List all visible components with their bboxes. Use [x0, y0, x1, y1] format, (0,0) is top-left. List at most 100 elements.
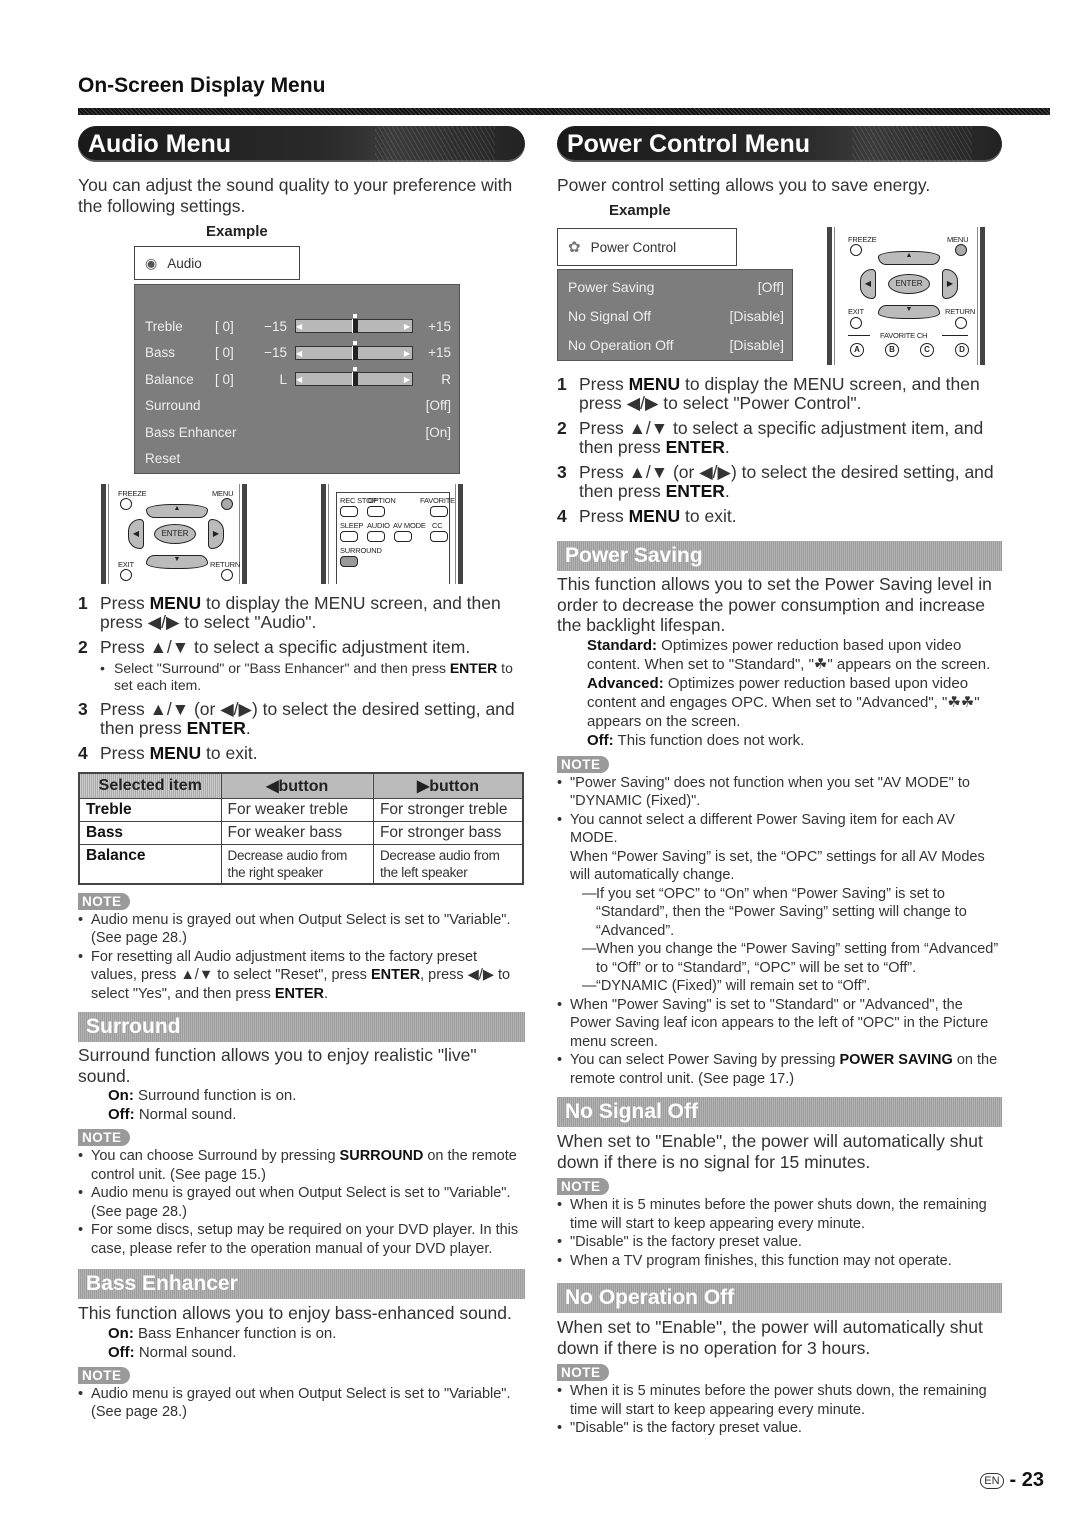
osd-slider[interactable]: ◀ ▶	[295, 314, 413, 334]
bass-enhancer-notes: • Audio menu is grayed out when Output Se…	[78, 1385, 525, 1422]
text: to exit.	[201, 743, 258, 763]
step-item: 1 Press MENU to display the MENU screen, …	[78, 594, 525, 632]
note-item: • Audio menu is grayed out when Output Se…	[78, 1185, 511, 1220]
table-header: ▶button	[373, 773, 524, 798]
table-cell: For weaker bass	[220, 820, 374, 845]
note-item: • For some discs, setup may be required o…	[78, 1222, 519, 1257]
osd-slider-row[interactable]: Bass [ 0] −15 ◀ ▶ +15	[135, 340, 459, 367]
step-number: 2	[557, 418, 567, 438]
remote-illustration-navigation: FREEZE MENU ▲ ◀ ENTER ▶ ▼ EXIT RETURN	[101, 484, 247, 584]
table-row: Bass For weaker bass For stronger bass	[78, 820, 524, 845]
bold-keyword: MENU	[149, 743, 202, 763]
step-text: Press MENU to display the MENU screen, a…	[579, 375, 1002, 413]
slider-knob[interactable]	[352, 345, 358, 360]
audio-osd-title: ◉ Audio	[134, 246, 300, 280]
slider-knob[interactable]	[352, 319, 358, 334]
note-badge: NOTE	[557, 755, 609, 773]
text: Press	[100, 593, 150, 613]
speaker-icon: ◉	[145, 254, 158, 271]
note-item: • When a TV program finishes, this functi…	[557, 1252, 952, 1269]
bold-keyword: SURROUND	[339, 1148, 424, 1164]
language-badge: EN	[980, 1472, 1004, 1489]
surround-button	[340, 556, 358, 567]
sleep-label: SLEEP	[340, 521, 364, 530]
note-item: • "Disable" is the factory preset value.	[557, 1234, 802, 1250]
note-item: • You can choose Surround by pressing SUR…	[78, 1148, 517, 1183]
osd-option-row[interactable]: Bass Enhancer [On]	[135, 419, 459, 446]
table-cell: Treble	[78, 797, 222, 822]
note-badge: NOTE	[78, 892, 130, 910]
osd-slider-row[interactable]: Treble [ 0] −15 ◀ ▶ +15	[135, 313, 459, 340]
surround-notes: • You can choose Surround by pressing SUR…	[78, 1147, 525, 1258]
down-arrow-button: ▼	[878, 305, 940, 319]
osd-row-min: L	[279, 371, 287, 387]
note-extra: When “Power Saving” is set, the “OPC” se…	[570, 848, 985, 884]
note-item: • "Disable" is the factory preset value.	[557, 1420, 802, 1436]
cc-button	[430, 531, 448, 542]
step-text: Press MENU to display the MENU screen, a…	[100, 594, 525, 632]
table-cell: For weaker treble	[220, 797, 374, 822]
note-item: • When it is 5 minutes before the power s…	[557, 1197, 987, 1232]
step-item: 3 Press ▲/▼ (or ◀/▶) to select the desire…	[557, 463, 1002, 501]
text: Audio menu is grayed out when Output Sel…	[91, 1185, 511, 1220]
osd-option-row[interactable]: No Operation Off [Disable]	[558, 330, 792, 359]
osd-row-value: [Disable]	[729, 336, 784, 353]
osd-option-row[interactable]: Power Saving [Off]	[558, 272, 792, 301]
option-button	[367, 506, 385, 517]
definition-label: Advanced:	[587, 674, 664, 692]
down-arrow-button: ▼	[146, 555, 208, 569]
table-cell: Decrease audio from the left speaker	[372, 843, 524, 884]
table-header: ◀button	[221, 773, 374, 798]
exit-label: EXIT	[118, 560, 134, 569]
osd-row-value: [Disable]	[729, 307, 784, 324]
return-label: RETURN	[210, 560, 241, 569]
exit-label: EXIT	[848, 307, 864, 316]
osd-option-row[interactable]: Surround [Off]	[135, 393, 459, 420]
power-example-label: Example	[609, 202, 671, 219]
step-subnote: • Select "Surround" or "Bass Enhancer" an…	[100, 660, 513, 693]
step-number: 3	[78, 699, 88, 719]
step-number: 3	[557, 462, 567, 482]
text: Press ▲/▼ (or ◀/▶) to select the desired…	[579, 462, 994, 501]
bold-keyword: ENTER	[665, 481, 725, 501]
osd-slider[interactable]: ◀ ▶	[295, 340, 413, 360]
note-item: • Audio menu is grayed out when Output Se…	[78, 1385, 511, 1421]
favorite-c-button: C	[920, 343, 934, 357]
power-osd-title-text: Power Control	[590, 239, 677, 255]
dash-item: — When you change the “Power Saving” sett…	[582, 941, 999, 976]
header-rule	[78, 108, 1050, 115]
note-item: • Audio menu is grayed out when Output Se…	[78, 911, 511, 947]
dash-item: — If you set “OPC” to “On” when “Power Sa…	[582, 885, 967, 939]
up-arrow-button: ▲	[878, 251, 940, 265]
left-arrow-button: ◀	[128, 519, 144, 549]
remote-illustration-power: FREEZE MENU ▲ ◀ ENTER ▶ ▼ EXIT RETURN FA…	[827, 227, 985, 365]
step-number: 4	[78, 743, 88, 763]
on-text: Bass Enhancer function is on.	[133, 1324, 337, 1342]
text: Press	[579, 506, 629, 526]
slider-knob[interactable]	[352, 372, 358, 387]
favorite-d-button: D	[955, 343, 969, 357]
favorite-label: FAVORITE	[420, 496, 455, 505]
osd-option-row[interactable]: No Signal Off [Disable]	[558, 301, 792, 330]
osd-slider-row[interactable]: Balance [ 0] L ◀ ▶ R	[135, 366, 459, 393]
table-cell: Balance	[78, 843, 222, 884]
surround-section-title: Surround	[78, 1012, 525, 1042]
text: .	[724, 481, 730, 501]
audio-column: Audio Menu You can adjust the sound qual…	[78, 126, 525, 1422]
freeze-label: FREEZE	[118, 489, 147, 498]
av-mode-button	[394, 531, 412, 542]
audio-osd-title-text: Audio	[167, 255, 202, 271]
power-osd-panel: Power Saving [Off] No Signal Off [Disable] N…	[557, 269, 793, 361]
table-header: Selected item	[79, 773, 222, 798]
text: Audio menu is grayed out when Output Sel…	[91, 911, 511, 947]
menu-button	[955, 244, 967, 256]
osd-option-row[interactable]: Reset	[135, 446, 459, 473]
no-operation-off-notes: • When it is 5 minutes before the power s…	[557, 1382, 1002, 1438]
text: When "Power Saving" is set to "Standard"…	[570, 996, 989, 1050]
osd-row-label: No Signal Off	[568, 307, 652, 324]
text: .	[245, 718, 251, 738]
osd-row-label: Balance	[145, 371, 194, 387]
enter-button: ENTER	[154, 524, 196, 544]
text: Press ▲/▼ to select a specific adjustmen…	[579, 418, 984, 457]
osd-slider[interactable]: ◀ ▶	[295, 367, 413, 387]
